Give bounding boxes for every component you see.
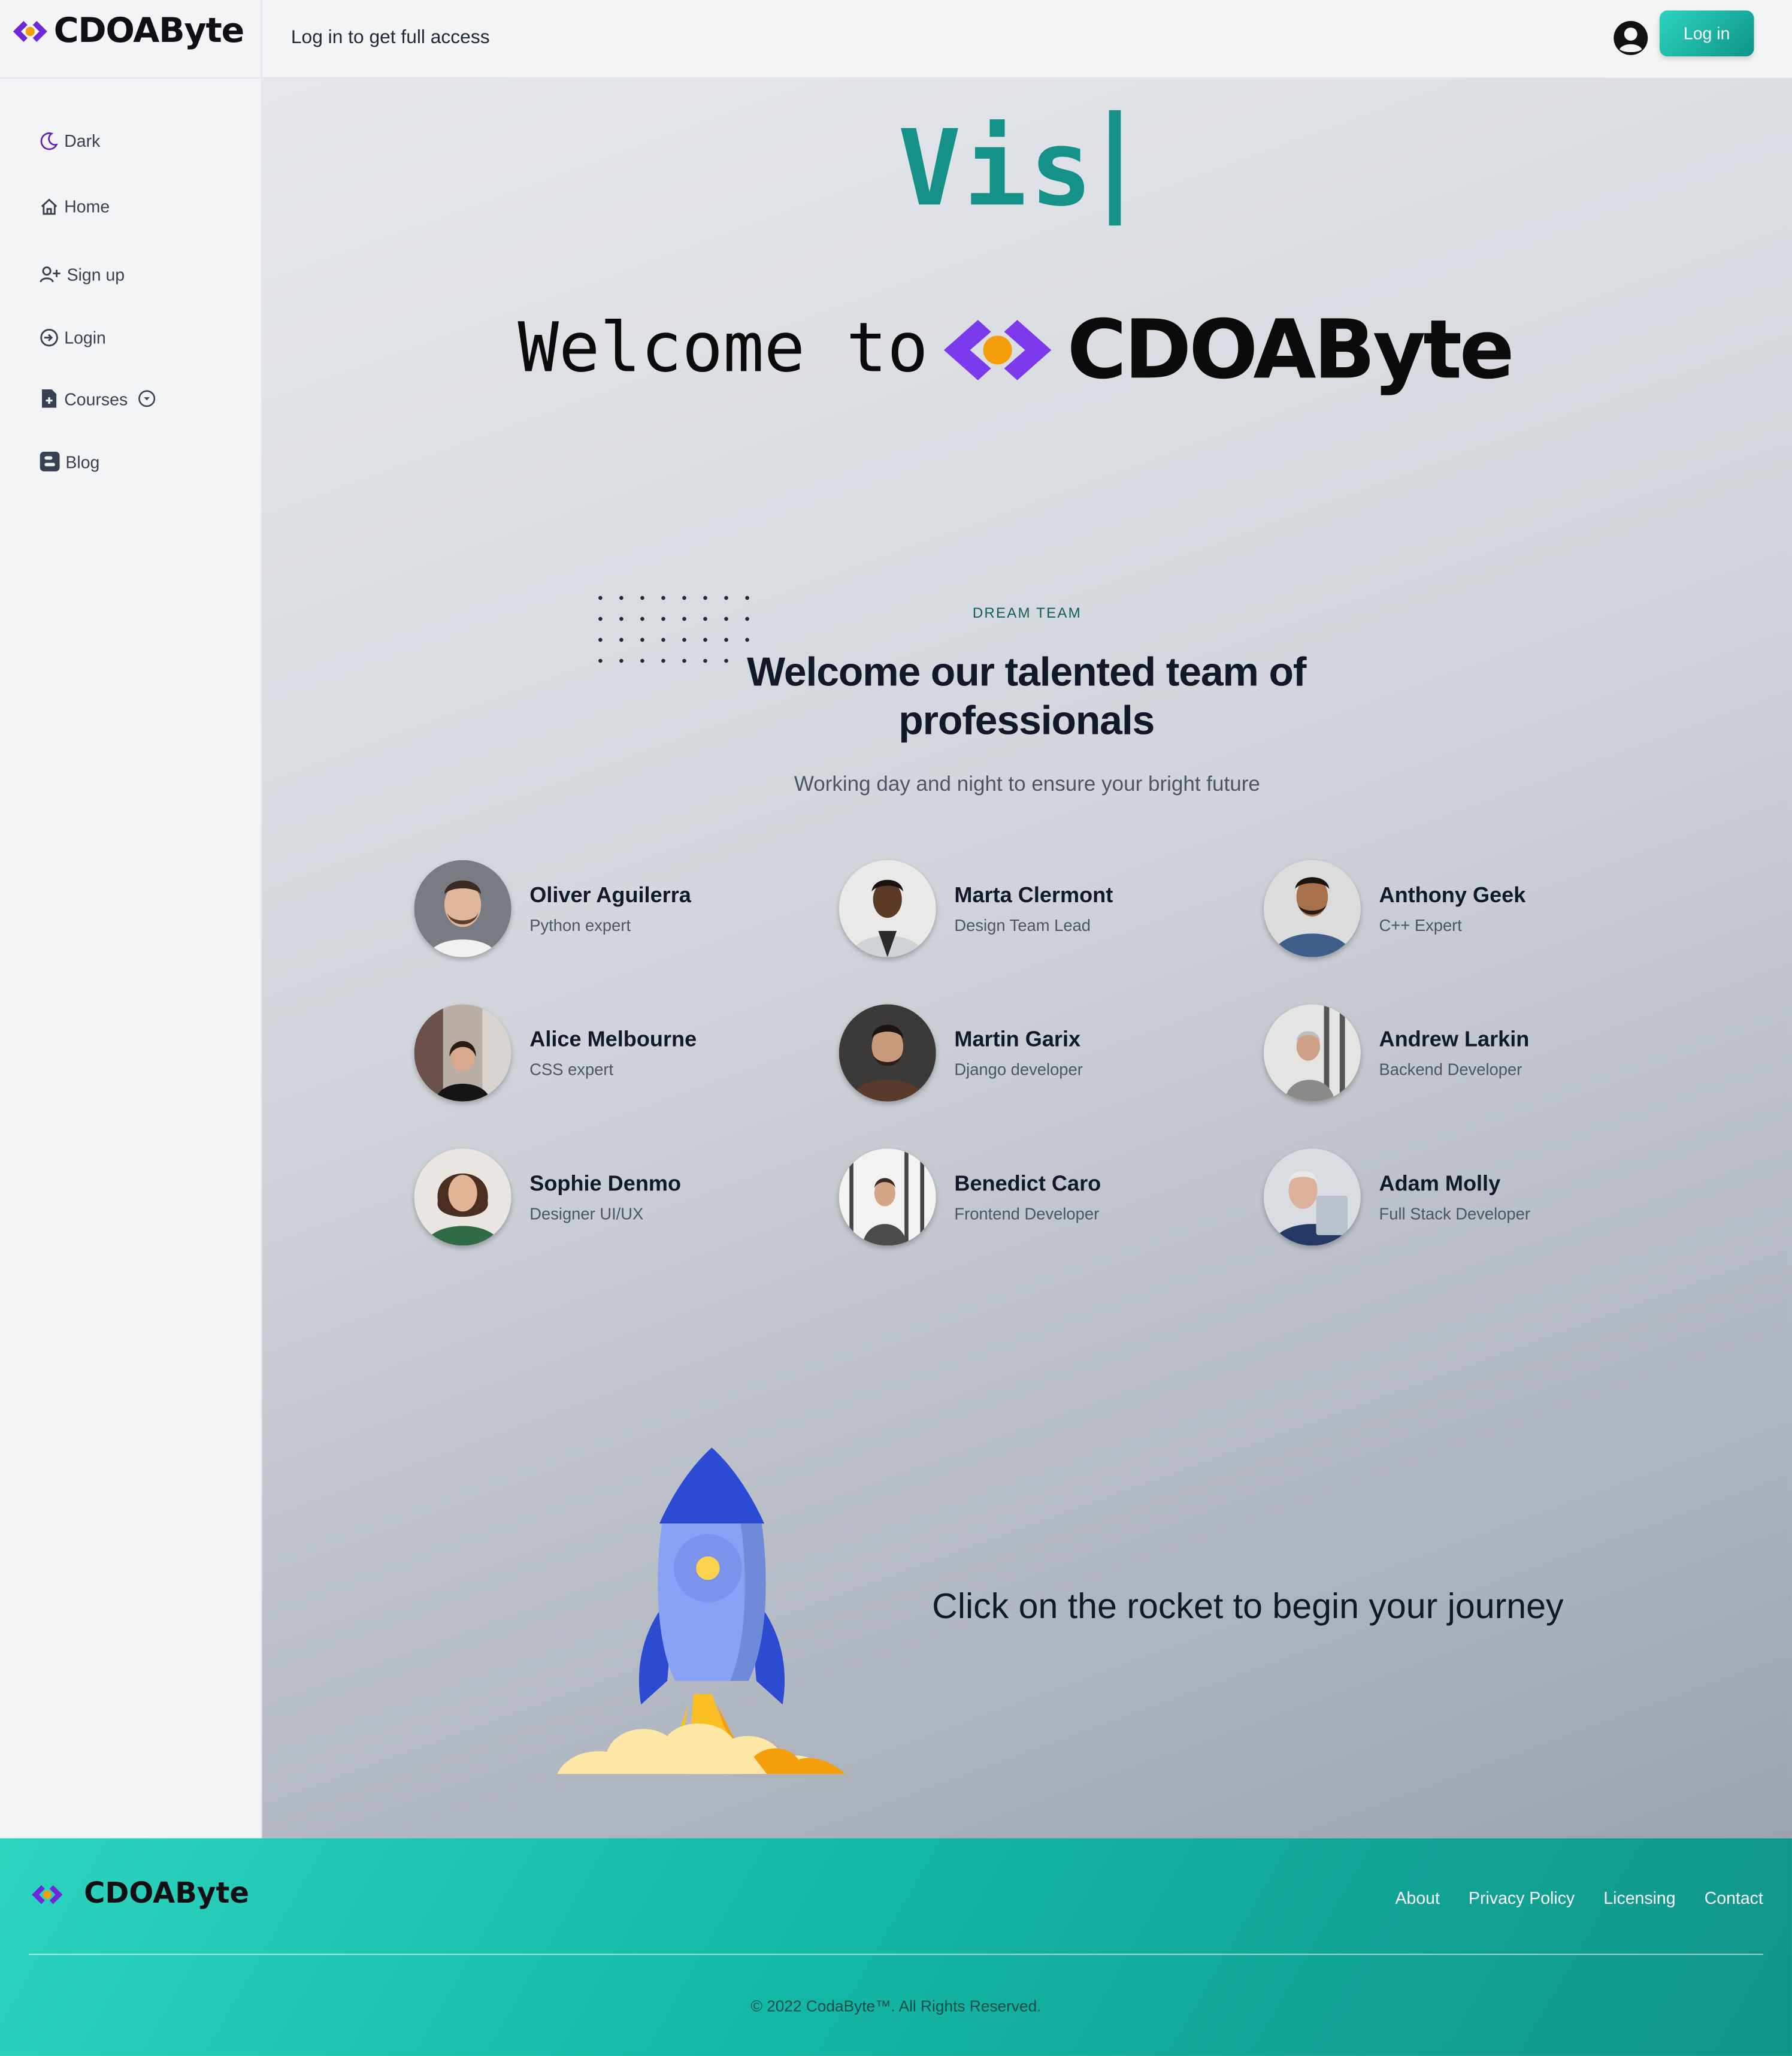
code-brackets-logo-icon <box>32 1884 63 1904</box>
rocket-icon[interactable] <box>557 1447 848 1775</box>
typing-cursor <box>1108 110 1121 226</box>
avatar <box>1263 860 1361 957</box>
avatar <box>414 1004 511 1102</box>
footer-link-privacy-policy[interactable]: Privacy Policy <box>1469 1888 1575 1908</box>
avatar <box>414 1148 511 1246</box>
member-role: Python expert <box>529 915 631 935</box>
footer-link-licensing[interactable]: Licensing <box>1603 1888 1675 1908</box>
login-button[interactable]: Log in <box>1659 10 1754 57</box>
avatar <box>1263 1004 1361 1102</box>
login-icon <box>40 328 58 347</box>
member-name: Martin Garix <box>954 1027 1081 1051</box>
footer-divider <box>29 1954 1763 1955</box>
member-role: C++ Expert <box>1379 915 1462 935</box>
member-role: Frontend Developer <box>954 1204 1100 1223</box>
team-member-card: Sophie Denmo Designer UI/UX <box>414 1148 682 1246</box>
sidebar: Dark Home Sign up Login Courses Blog <box>0 78 262 1839</box>
journey-cta-text: Click on the rocket to begin your journe… <box>932 1586 1564 1626</box>
copyright: © 2022 CodaByte™. All Rights Reserved. <box>750 1997 1042 2016</box>
team-member-card: Oliver Aguilerra Python expert <box>414 860 691 957</box>
sidebar-item-blog[interactable]: Blog <box>40 451 100 472</box>
login-notice: Log in to get full access <box>290 27 490 49</box>
avatar <box>839 1004 936 1102</box>
avatar <box>414 860 511 957</box>
avatar <box>839 1148 936 1246</box>
team-member-card: Andrew Larkin Backend Developer <box>1263 1004 1530 1102</box>
team-member-card: Anthony Geek C++ Expert <box>1263 860 1526 957</box>
user-plus-icon <box>40 266 60 283</box>
member-name: Benedict Caro <box>954 1171 1101 1195</box>
member-role: Designer UI/UX <box>529 1204 644 1223</box>
footer-links: About Privacy Policy Licensing Contact <box>1396 1888 1763 1908</box>
footer-brand[interactable]: CDOAByte <box>29 1877 249 1910</box>
member-name: Anthony Geek <box>1379 883 1526 907</box>
member-role: Backend Developer <box>1379 1060 1522 1079</box>
member-role: Design Team Lead <box>954 915 1091 935</box>
hero-logo: CDOAByte <box>941 301 1515 398</box>
team-title: Welcome our talented team of professiona… <box>747 649 1306 743</box>
home-icon <box>41 198 57 215</box>
header-divider <box>261 0 262 78</box>
team-member-card: Marta Clermont Design Team Lead <box>839 860 1113 957</box>
footer-brand-name: CDOAByte <box>84 1877 250 1910</box>
sidebar-item-dark[interactable]: Dark <box>40 131 101 151</box>
team-member-card: Martin Garix Django developer <box>839 1004 1083 1102</box>
section-eyebrow: DREAM TEAM <box>972 606 1082 622</box>
footer-link-contact[interactable]: Contact <box>1705 1888 1763 1908</box>
moon-icon <box>40 132 58 150</box>
member-name: Oliver Aguilerra <box>529 883 691 907</box>
typing-headline: Vis <box>898 107 1121 230</box>
sidebar-item-login[interactable]: Login <box>40 328 106 347</box>
avatar <box>1263 1148 1361 1246</box>
typing-text: Vis <box>898 107 1095 230</box>
member-role: Full Stack Developer <box>1379 1204 1530 1223</box>
hero-logo-text: CDOAByte <box>1067 301 1515 398</box>
footer-link-about[interactable]: About <box>1396 1888 1440 1908</box>
sidebar-item-label: Login <box>64 328 106 348</box>
sidebar-item-label: Dark <box>64 131 101 151</box>
file-plus-icon <box>42 389 57 408</box>
sidebar-item-label: Sign up <box>66 265 125 285</box>
team-member-card: Benedict Caro Frontend Developer <box>839 1148 1101 1246</box>
member-name: Andrew Larkin <box>1379 1027 1530 1051</box>
avatar <box>839 860 936 957</box>
welcome-text: Welcome to <box>517 309 928 388</box>
team-subtitle: Working day and night to ensure your bri… <box>794 773 1260 796</box>
code-brackets-logo-icon <box>13 21 47 43</box>
member-role: Django developer <box>954 1060 1083 1079</box>
member-name: Alice Melbourne <box>529 1027 697 1051</box>
main-content: Vis Welcome to CDOAByte DREAM TEAM Welco… <box>262 78 1792 1839</box>
member-name: Sophie Denmo <box>529 1171 682 1195</box>
brand-logo[interactable]: CDOAByte <box>11 11 245 52</box>
team-member-card: Adam Molly Full Stack Developer <box>1263 1148 1530 1246</box>
sidebar-item-sign-up[interactable]: Sign up <box>40 265 125 285</box>
sidebar-item-label: Home <box>64 196 110 217</box>
sidebar-item-label: Blog <box>65 452 100 471</box>
sidebar-item-courses[interactable]: Courses <box>40 388 157 409</box>
member-role: CSS expert <box>529 1060 614 1079</box>
member-name: Adam Molly <box>1379 1171 1501 1195</box>
brand-name: CDOAByte <box>53 11 245 52</box>
sidebar-item-home[interactable]: Home <box>40 196 110 216</box>
top-bar: CDOAByte Log in to get full access Log i… <box>0 0 1792 79</box>
sidebar-item-label: Courses <box>64 388 128 409</box>
user-circle-icon[interactable] <box>1612 20 1649 56</box>
member-name: Marta Clermont <box>954 883 1113 907</box>
blogger-icon <box>40 452 60 471</box>
team-member-card: Alice Melbourne CSS expert <box>414 1004 697 1102</box>
footer: CDOAByte About Privacy Policy Licensing … <box>0 1838 1792 2056</box>
code-brackets-logo-icon <box>943 319 1052 380</box>
chevron-down-circle-icon[interactable] <box>138 389 157 408</box>
